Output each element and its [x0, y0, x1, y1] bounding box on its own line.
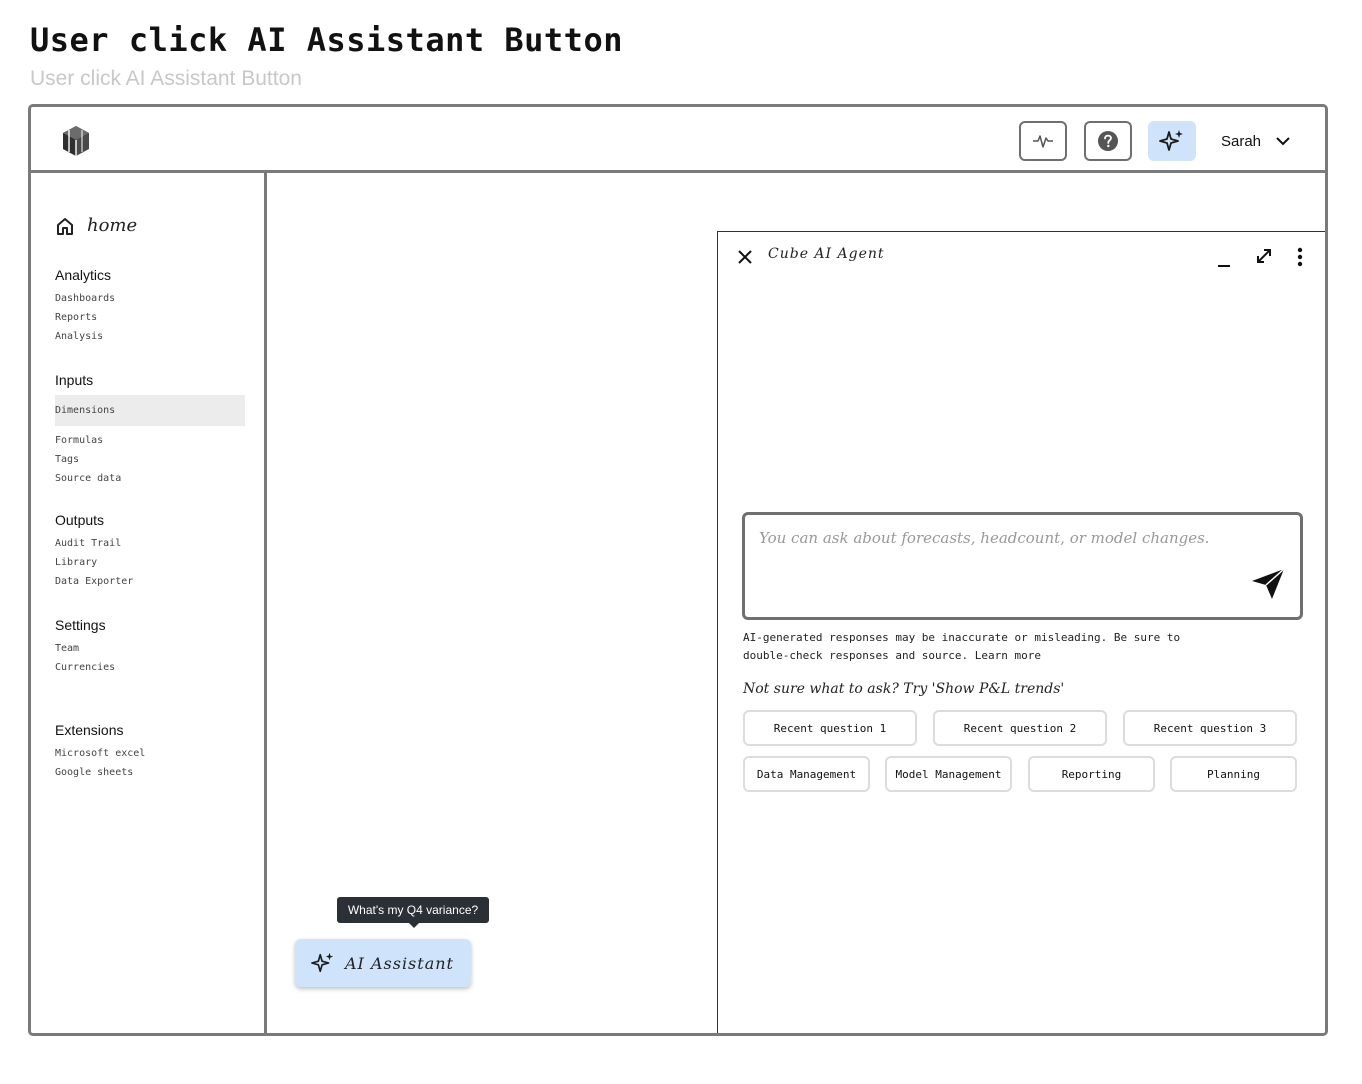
sidebar-item-source-data[interactable]: Source data [55, 469, 245, 488]
sidebar-item-audit-trail[interactable]: Audit Trail [55, 534, 245, 553]
section-settings: Settings Team Currencies [55, 615, 245, 677]
minimize-icon[interactable] [1216, 246, 1232, 268]
user-name: Sarah [1221, 132, 1262, 150]
sidebar-item-dashboards[interactable]: Dashboards [55, 289, 245, 308]
section-title: Extensions [55, 722, 124, 738]
user-menu[interactable]: Sarah [1221, 121, 1291, 161]
section-title: Analytics [55, 267, 112, 283]
section-analytics: Analytics Dashboards Reports Analysis [55, 265, 245, 346]
more-options-icon[interactable] [1296, 246, 1304, 268]
app-window: Sarah home Analytics Dashboards Reports … [28, 104, 1328, 1036]
section-title: Inputs [55, 372, 94, 388]
sidebar-item-home[interactable]: home [55, 215, 137, 236]
close-icon[interactable] [736, 248, 754, 266]
sidebar-item-google-sheets[interactable]: Google sheets [55, 763, 245, 782]
section-title: Settings [55, 617, 106, 633]
sidebar-item-formulas[interactable]: Formulas [55, 431, 245, 450]
activity-icon [1033, 135, 1053, 148]
section-inputs: Inputs Dimensions Formulas Tags Source d… [55, 370, 245, 488]
sidebar-item-dimensions[interactable]: Dimensions [55, 395, 245, 426]
ai-assistant-label: AI Assistant [345, 953, 454, 973]
home-icon [57, 217, 73, 235]
top-bar: Sarah [31, 107, 1325, 173]
topic-chip-planning[interactable]: Planning [1170, 756, 1297, 792]
ai-disclaimer: AI-generated responses may be inaccurate… [743, 631, 1181, 662]
activity-button[interactable] [1019, 121, 1067, 161]
sidebar: home Analytics Dashboards Reports Analys… [31, 173, 267, 1033]
sidebar-item-analysis[interactable]: Analysis [55, 327, 245, 346]
expand-icon[interactable] [1254, 246, 1274, 266]
recent-question-chip[interactable]: Recent question 3 [1123, 710, 1297, 746]
recent-question-chip[interactable]: Recent question 2 [933, 710, 1107, 746]
panel-title: Cube AI Agent [768, 246, 885, 262]
sidebar-item-tags[interactable]: Tags [55, 450, 245, 469]
send-icon[interactable] [1250, 567, 1286, 601]
chat-input[interactable] [759, 529, 1239, 547]
sparkle-icon [311, 952, 334, 973]
section-extensions: Extensions Microsoft excel Google sheets [55, 720, 245, 782]
topic-chip-data-management[interactable]: Data Management [743, 756, 870, 792]
page-title: User click AI Assistant Button [30, 21, 623, 59]
sidebar-item-microsoft-excel[interactable]: Microsoft excel [55, 744, 245, 763]
ai-tooltip: What's my Q4 variance? [337, 897, 489, 928]
topic-chip-model-management[interactable]: Model Management [885, 756, 1012, 792]
section-outputs: Outputs Audit Trail Library Data Exporte… [55, 510, 245, 591]
sidebar-item-currencies[interactable]: Currencies [55, 658, 245, 677]
sidebar-item-reports[interactable]: Reports [55, 308, 245, 327]
section-title: Outputs [55, 512, 105, 528]
home-label: home [87, 215, 138, 236]
ai-agent-panel: Cube AI Agent AI-generated responses may… [717, 231, 1325, 1033]
cube-logo-icon[interactable] [59, 124, 93, 158]
chevron-down-icon [1276, 137, 1290, 146]
sidebar-item-data-exporter[interactable]: Data Exporter [55, 572, 245, 591]
chat-input-box [742, 512, 1303, 620]
help-icon [1098, 131, 1118, 151]
topic-chip-reporting[interactable]: Reporting [1028, 756, 1155, 792]
page-subtitle: User click AI Assistant Button [30, 67, 302, 90]
ai-assistant-button[interactable]: AI Assistant [295, 939, 471, 987]
help-button[interactable] [1084, 121, 1132, 161]
recent-question-chip[interactable]: Recent question 1 [743, 710, 917, 746]
ai-toggle-button[interactable] [1148, 121, 1196, 161]
suggest-hint: Not sure what to ask? Try 'Show P&L tren… [743, 681, 1065, 697]
sparkle-icon [1159, 130, 1183, 151]
sidebar-item-team[interactable]: Team [55, 639, 245, 658]
sidebar-item-library[interactable]: Library [55, 553, 245, 572]
